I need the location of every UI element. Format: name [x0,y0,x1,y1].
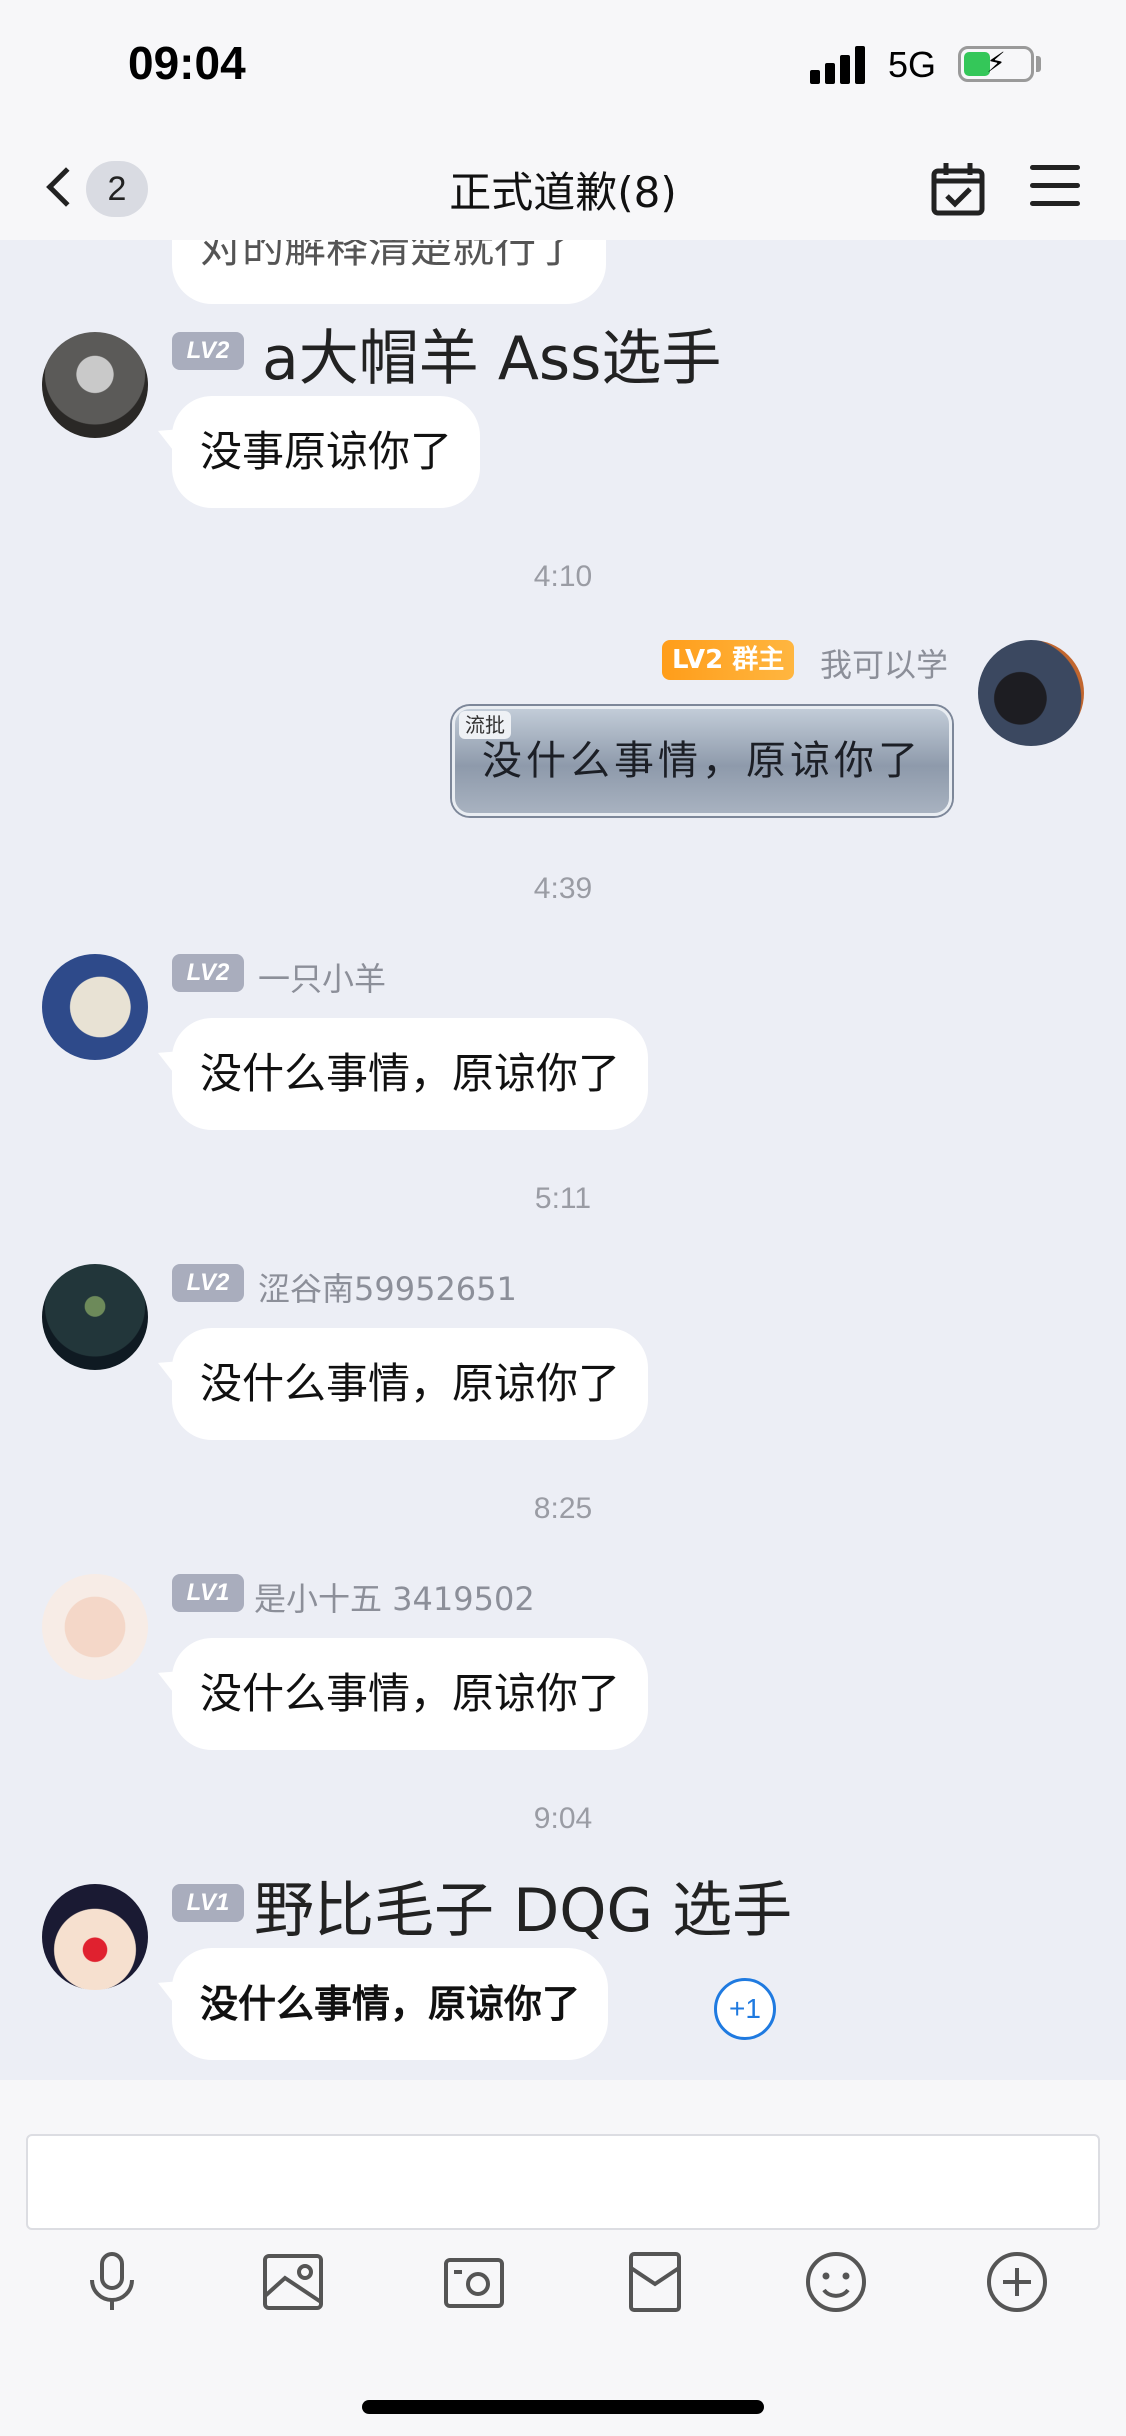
sender-name[interactable]: 涩谷南59952651 [258,1264,517,1310]
signal-strength-icon [810,42,870,84]
stamp-message-bubble[interactable]: 流批 没什么事情，原谅你了 [452,706,952,816]
avatar[interactable] [42,1884,148,1990]
battery-icon: ⚡ [958,46,1034,82]
sender-name[interactable]: a大帽羊 Ass选手 [262,310,721,397]
stamp-tag: 流批 [459,711,511,739]
message-bubble[interactable]: 没什么事情，原谅你了 [172,1018,649,1130]
message-bubble[interactable]: 没事原谅你了 [172,396,481,508]
avatar[interactable] [42,1264,148,1370]
level-badge: LV2 [172,954,244,992]
avatar[interactable] [42,954,148,1060]
message-bubble[interactable]: 没什么事情，原谅你了 [172,1328,649,1440]
level-badge: LV2 [172,332,244,370]
timestamp: 9:04 [533,1802,593,1835]
hamburger-menu-icon[interactable] [1030,161,1086,211]
sender-name[interactable]: 一只小羊 [258,954,386,1000]
level-badge: LV1 [172,1574,244,1612]
home-indicator [362,2400,764,2414]
microphone-icon[interactable] [76,2246,148,2318]
input-area [0,2080,1126,2436]
avatar[interactable] [42,1574,148,1680]
timestamp: 4:39 [533,872,593,905]
status-time: 09:04 [128,37,246,89]
stamp-text: 没什么事情，原谅你了 [482,738,922,784]
battery-cap [1036,56,1041,72]
message-bubble-partial: 对的解释清楚就行了 [172,240,607,304]
avatar[interactable] [42,332,148,438]
chat-message-list[interactable]: 对的解释清楚就行了 LV2 a大帽羊 Ass选手 没事原谅你了 4:10 LV2… [0,240,1126,2080]
status-bar: 09:04 5G ⚡ [0,0,1126,135]
red-packet-icon[interactable] [619,2246,691,2318]
timestamp: 4:10 [533,560,593,593]
emoji-icon[interactable] [800,2246,872,2318]
nav-bar: 2 正式道歉(8) [0,135,1126,240]
image-icon[interactable] [257,2246,329,2318]
sender-name[interactable]: 野比毛子 DQG 选手 [254,1862,792,1949]
camera-icon[interactable] [438,2246,510,2318]
level-badge: LV1 [172,1884,244,1922]
calendar-check-icon[interactable] [928,159,988,219]
message-bubble[interactable]: 没什么事情，原谅你了 [172,1638,649,1750]
message-input[interactable] [26,2134,1100,2230]
charging-bolt-icon: ⚡ [986,46,1006,79]
message-bubble[interactable]: 没什么事情，原谅你了 [172,1948,609,2060]
sender-name[interactable]: 我可以学 [820,640,948,686]
plus-icon[interactable] [981,2246,1053,2318]
owner-level: LV2 [672,645,724,675]
owner-badge: LV2 群主 [662,640,795,680]
owner-role: 群主 [732,645,785,675]
network-type: 5G [888,44,937,85]
level-badge: LV2 [172,1264,244,1302]
sender-name[interactable]: 是小十五 3419502 [254,1574,535,1620]
plus-one-reaction-button[interactable]: +1 [714,1978,776,2040]
avatar[interactable] [978,640,1084,746]
timestamp: 5:11 [534,1182,592,1215]
timestamp: 8:25 [533,1492,593,1525]
